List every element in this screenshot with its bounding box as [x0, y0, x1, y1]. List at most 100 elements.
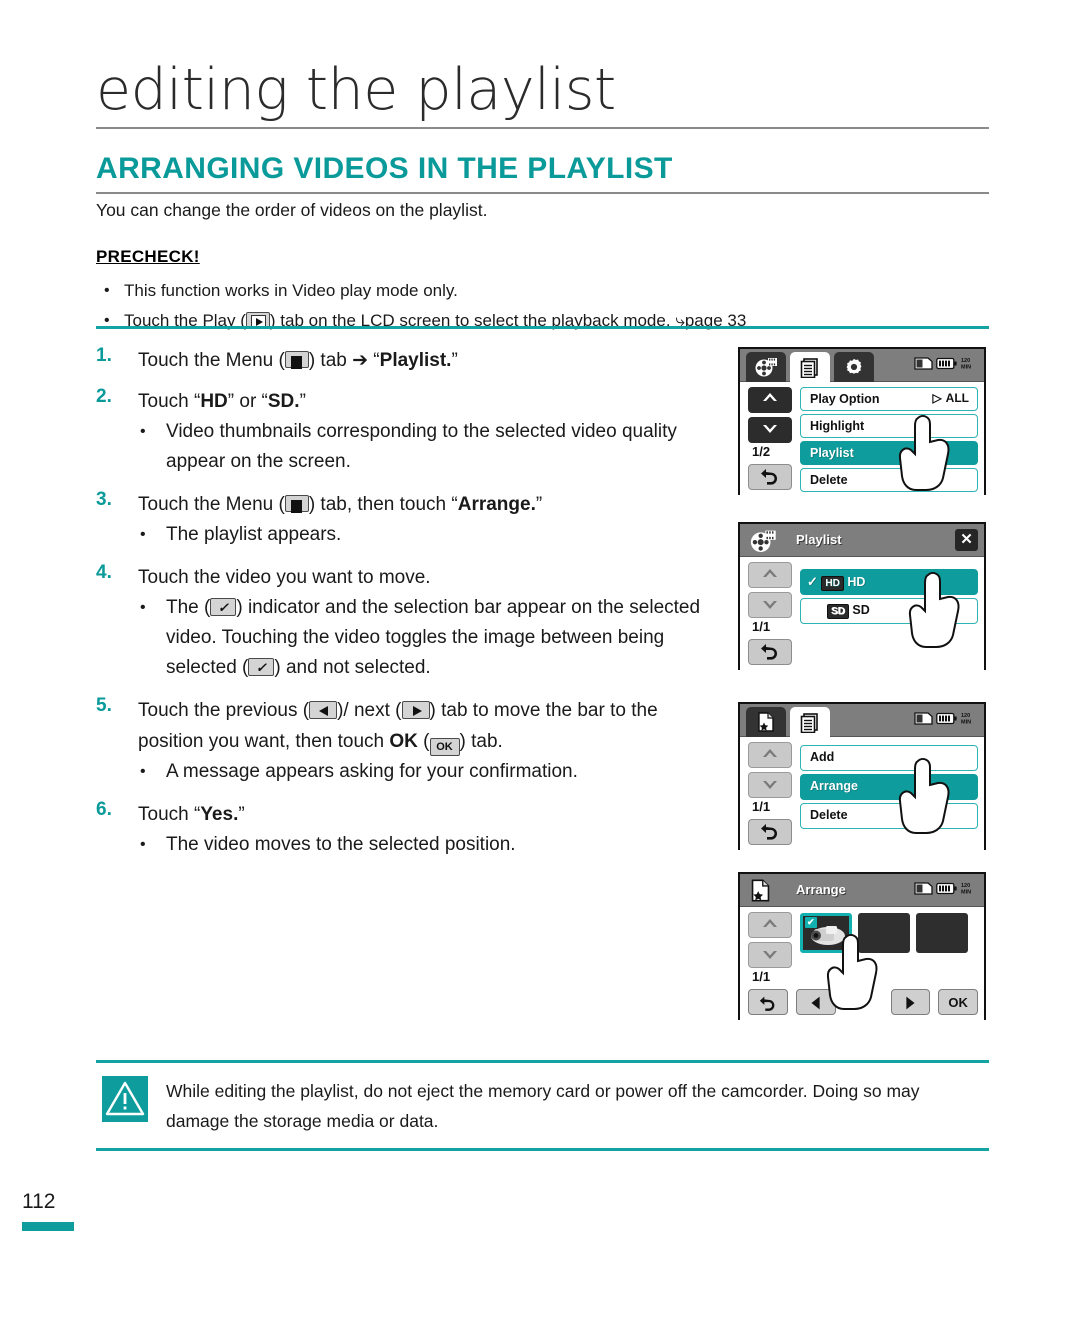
- lcd-body: 1/2 Play Option ▷ ALL Highlight Playlist: [740, 382, 984, 495]
- previous-arrow-icon: [811, 996, 820, 1010]
- lcd-screen-playlist-quality: Playlist ✕ 1/1 ✓ HD HD SD SD: [738, 522, 986, 670]
- step-text: Touch “HD” or “SD.”: [138, 391, 306, 412]
- return-arrow-icon: [761, 644, 777, 660]
- svg-text:MIN: MIN: [961, 890, 971, 896]
- status-icons: 120 MIN: [914, 356, 977, 370]
- step-sub-item: A message appears asking for your confir…: [96, 757, 716, 787]
- memory-card-icon: [914, 356, 933, 370]
- step-emphasis: OK: [389, 731, 418, 752]
- step-emphasis: Yes.: [200, 804, 239, 825]
- scroll-up-button[interactable]: [748, 562, 792, 588]
- nav-column: [748, 742, 792, 798]
- close-icon[interactable]: ✕: [955, 529, 978, 551]
- menu-row-value: ▷ ALL: [932, 391, 969, 405]
- scroll-up-button[interactable]: [748, 912, 792, 938]
- return-arrow-icon: [761, 469, 777, 485]
- thumbnail-selected[interactable]: ✔: [800, 913, 852, 953]
- next-button[interactable]: [890, 989, 931, 1015]
- thumbnail-strip: ✔: [800, 913, 968, 953]
- step-text-tail: ”: [535, 494, 543, 515]
- next-arrow-icon: [906, 996, 915, 1010]
- chevron-down-icon: [763, 425, 777, 433]
- battery-icon: [936, 882, 957, 894]
- tab-menu[interactable]: [790, 707, 830, 737]
- playlist-star-icon: [758, 712, 774, 732]
- arrow-glyph: ▷: [932, 391, 942, 405]
- quality-row-sd[interactable]: SD SD: [800, 598, 978, 624]
- precheck-item: Touch the Play () tab on the LCD screen …: [96, 306, 989, 336]
- thumbnail-empty[interactable]: [858, 913, 910, 953]
- caution-divider-bottom: [96, 1148, 989, 1151]
- return-button[interactable]: [748, 819, 792, 845]
- menu-row-label: Delete: [810, 808, 848, 822]
- scroll-up-button[interactable]: [748, 742, 792, 768]
- step-2: 2. Touch “HD” or “SD.” Video thumbnails …: [96, 386, 716, 477]
- thumbnail-empty[interactable]: [916, 913, 968, 953]
- menu-row-play-option[interactable]: Play Option ▷ ALL: [800, 387, 978, 411]
- return-button[interactable]: [748, 989, 788, 1015]
- svg-text:120: 120: [961, 713, 970, 719]
- step-number: 3.: [96, 489, 112, 510]
- chevron-down-icon: [763, 601, 777, 609]
- page-number-bar: [22, 1222, 74, 1231]
- step-text-pre: Touch “: [138, 804, 201, 825]
- tab-playlist[interactable]: [746, 707, 786, 737]
- battery-icon: [936, 357, 957, 369]
- step-number: 2.: [96, 386, 112, 407]
- scroll-up-button[interactable]: [748, 387, 792, 413]
- step-text-mid: )/ next (: [337, 700, 402, 721]
- checkmark-icon: ✓: [210, 598, 237, 616]
- scroll-down-button[interactable]: [748, 942, 792, 968]
- step-text-pre: Touch the previous (: [138, 700, 310, 721]
- step-text: Touch the video you want to move.: [138, 567, 431, 588]
- page-indicator: 1/1: [752, 799, 771, 814]
- chevron-down-icon: [763, 951, 777, 959]
- manual-page: editing the playlist ARRANGING VIDEOS IN…: [0, 0, 1080, 1329]
- sub-text-mid: ) indicator and the selection bar appear…: [166, 597, 701, 678]
- steps-list: 1. Touch the Menu () tab ➔ “Playlist.” 2…: [96, 345, 716, 866]
- memory-card-icon: [914, 711, 933, 725]
- step-text: Touch “Yes.”: [138, 804, 245, 825]
- step-5: 5. Touch the previous ()/ next () tab to…: [96, 695, 716, 787]
- menu-icon: [284, 351, 309, 369]
- svg-text:120: 120: [961, 358, 970, 364]
- menu-row-playlist[interactable]: Playlist: [800, 441, 978, 465]
- menu-row-add[interactable]: Add: [800, 745, 978, 771]
- tab-film-reel[interactable]: [746, 352, 786, 382]
- step-text-post: ) tab ➔ “: [308, 350, 380, 371]
- return-button[interactable]: [748, 639, 792, 665]
- menu-row-label: Delete: [810, 473, 848, 487]
- menu-row-highlight[interactable]: Highlight: [800, 414, 978, 438]
- previous-button[interactable]: [795, 989, 836, 1015]
- lcd-body: 1/1 ✔ OK: [740, 907, 984, 1020]
- chevron-up-icon: [763, 919, 777, 927]
- scroll-down-button[interactable]: [748, 772, 792, 798]
- tab-menu[interactable]: [790, 352, 830, 382]
- menu-rows: Play Option ▷ ALL Highlight Playlist Del…: [800, 387, 978, 495]
- sub-text-pre: The (: [166, 597, 211, 618]
- return-button[interactable]: [748, 464, 792, 490]
- ok-button[interactable]: OK: [938, 989, 978, 1015]
- menu-row-delete[interactable]: Delete: [800, 468, 978, 492]
- chevron-up-icon: [763, 569, 777, 577]
- menu-row-label: Add: [810, 750, 835, 764]
- selected-check-badge: ✔: [805, 917, 817, 928]
- scroll-down-button[interactable]: [748, 592, 792, 618]
- step-text-pre: Touch the Menu (: [138, 494, 285, 515]
- menu-row-arrange[interactable]: Arrange: [800, 774, 978, 800]
- menu-row-delete[interactable]: Delete: [800, 803, 978, 829]
- lcd-header: Arrange 120 MIN: [740, 874, 984, 907]
- step-text: Touch the previous ()/ next () tab to mo…: [138, 700, 658, 756]
- step-3: 3. Touch the Menu () tab, then touch “Ar…: [96, 489, 716, 550]
- scroll-down-button[interactable]: [748, 417, 792, 443]
- header-divider: [96, 127, 989, 129]
- battery-icon: [936, 712, 957, 724]
- step-number: 4.: [96, 562, 112, 583]
- step-text-post: ) tab, then touch “: [308, 494, 458, 515]
- quality-row-hd[interactable]: ✓ HD HD: [800, 569, 978, 595]
- play-option-value: ALL: [945, 391, 969, 405]
- tab-settings[interactable]: [834, 352, 874, 382]
- step-text: Touch the Menu () tab, then touch “Arran…: [138, 494, 542, 515]
- next-icon: [401, 701, 430, 719]
- gear-icon: [846, 358, 862, 374]
